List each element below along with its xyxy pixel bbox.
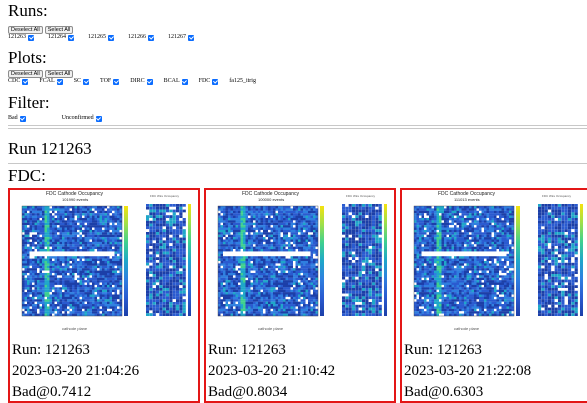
filter-checkbox-list: Bad Unconfirmed (8, 114, 102, 123)
plot-checkbox-item[interactable]: TOF (100, 77, 119, 86)
heatmap-image (402, 190, 587, 336)
plot-checkbox-item[interactable]: SC (74, 77, 89, 86)
filter-checkbox-label: Bad (8, 114, 18, 123)
plot-checkbox[interactable] (83, 79, 89, 85)
plot-checkbox[interactable] (212, 79, 218, 85)
plot-metadata: Run: 1212632023-03-20 21:04:26Bad@0.7412 (12, 340, 139, 403)
run-checkbox-label: 121267 (168, 33, 186, 42)
run-checkbox[interactable] (108, 35, 114, 41)
card-timestamp: 2023-03-20 21:10:42 (208, 361, 335, 382)
plot-checkbox-label: DIRC (130, 77, 144, 86)
fdc-occupancy-plot: FDC Cathode Occupancy111013 eventsFDC Wi… (402, 190, 587, 336)
x-axis-label: cathode plane (258, 326, 283, 331)
filter-checkbox[interactable] (20, 116, 26, 122)
plot-events-count: 101990 events (62, 197, 88, 202)
plot-checkbox[interactable] (182, 79, 188, 85)
side-plot-title: FDC Wire Occupancy (150, 194, 179, 198)
plot-checkbox-item[interactable]: FDC (199, 77, 219, 86)
card-run: Run: 121263 (404, 340, 531, 361)
plot-checkbox-label: FDC (199, 77, 211, 86)
plot-checkbox-item[interactable]: CDC (8, 77, 28, 86)
filter-checkbox[interactable] (96, 116, 102, 122)
plot-checkbox-item[interactable]: FCAL (39, 77, 62, 86)
plot-events-count: 100000 events (258, 197, 284, 202)
plot-card[interactable]: FDC Cathode Occupancy111013 eventsFDC Wi… (400, 188, 587, 403)
divider (8, 163, 587, 164)
plot-checkbox-item[interactable]: fa125_itrig (229, 77, 256, 86)
run-checkbox-label: 121263 (8, 33, 26, 42)
run-checkbox[interactable] (148, 35, 154, 41)
filter-checkbox-item[interactable]: Unconfirmed (62, 114, 102, 123)
runs-checkbox-list: 121263 121264 121265 121266 121267 (8, 33, 194, 42)
runs-title: Runs: (8, 2, 48, 20)
plot-checkbox[interactable] (22, 79, 28, 85)
fdc-occupancy-plot: FDC Cathode Occupancy100000 eventsFDC Wi… (206, 190, 394, 336)
run-checkbox[interactable] (68, 35, 74, 41)
plot-metadata: Run: 1212632023-03-20 21:22:08Bad@0.6303 (404, 340, 531, 403)
plot-checkbox-item[interactable]: BCAL (164, 77, 188, 86)
detector-heading: FDC: (8, 166, 46, 186)
plot-checkbox-label: TOF (100, 77, 111, 86)
side-plot-title: FDC Wire Occupancy (542, 194, 571, 198)
heatmap-image (206, 190, 394, 336)
plot-card[interactable]: FDC Cathode Occupancy101990 eventsFDC Wi… (8, 188, 200, 403)
divider (8, 125, 587, 126)
run-checkbox[interactable] (28, 35, 34, 41)
card-run: Run: 121263 (12, 340, 139, 361)
card-timestamp: 2023-03-20 21:22:08 (404, 361, 531, 382)
plots-checkbox-list: CDC FCAL SC TOF DIRC BCAL FDC fa125_itrig (8, 77, 256, 86)
x-axis-label: cathode plane (62, 326, 87, 331)
plot-checkbox-item[interactable]: DIRC (130, 77, 152, 86)
run-checkbox-item[interactable]: 121264 (48, 33, 74, 42)
filter-checkbox-item[interactable]: Bad (8, 114, 26, 123)
plot-checkbox[interactable] (57, 79, 63, 85)
x-axis-label: cathode plane (454, 326, 479, 331)
plot-checkbox-label: BCAL (164, 77, 180, 86)
run-checkbox-label: 121264 (48, 33, 66, 42)
plots-title: Plots: (8, 49, 47, 67)
heatmap-image (10, 190, 198, 336)
side-plot-title: FDC Wire Occupancy (346, 194, 375, 198)
run-checkbox-item[interactable]: 121267 (168, 33, 194, 42)
plot-checkbox[interactable] (147, 79, 153, 85)
card-run: Run: 121263 (208, 340, 335, 361)
filter-checkbox-label: Unconfirmed (62, 114, 94, 123)
run-checkbox-label: 121266 (128, 33, 146, 42)
plot-checkbox-label: SC (74, 77, 81, 86)
plot-checkbox-label: fa125_itrig (229, 77, 256, 86)
run-heading: Run 121263 (8, 139, 92, 159)
filter-title: Filter: (8, 94, 50, 112)
divider (8, 128, 587, 129)
run-checkbox-item[interactable]: 121263 (8, 33, 34, 42)
plot-metadata: Run: 1212632023-03-20 21:10:42Bad@0.8034 (208, 340, 335, 403)
plot-events-count: 111013 events (454, 197, 480, 202)
fdc-occupancy-plot: FDC Cathode Occupancy101990 eventsFDC Wi… (10, 190, 198, 336)
card-timestamp: 2023-03-20 21:04:26 (12, 361, 139, 382)
run-checkbox-item[interactable]: 121265 (88, 33, 114, 42)
plot-checkbox-label: CDC (8, 77, 20, 86)
plot-card[interactable]: FDC Cathode Occupancy100000 eventsFDC Wi… (204, 188, 396, 403)
plot-checkbox[interactable] (113, 79, 119, 85)
run-checkbox[interactable] (188, 35, 194, 41)
run-checkbox-item[interactable]: 121266 (128, 33, 154, 42)
run-checkbox-label: 121265 (88, 33, 106, 42)
plot-checkbox-label: FCAL (39, 77, 54, 86)
